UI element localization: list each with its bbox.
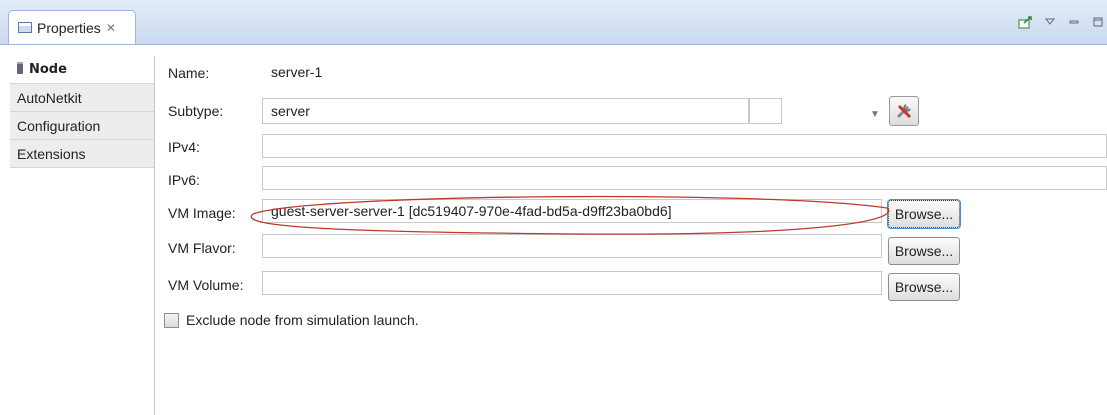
sidebar-item-configuration[interactable]: Configuration (10, 112, 154, 140)
view-menu-icon[interactable] (1041, 14, 1059, 30)
sidebar-item-label: Configuration (17, 118, 101, 134)
pin-view-icon[interactable] (1017, 14, 1035, 30)
exclude-node-option[interactable]: Exclude node from simulation launch. (164, 312, 419, 328)
ipv6-label: IPv6: (168, 172, 200, 188)
vm-flavor-label: VM Flavor: (168, 240, 236, 256)
vm-volume-label: VM Volume: (168, 277, 244, 293)
ipv6-field[interactable] (262, 166, 1107, 190)
properties-tab-label: Properties (37, 19, 101, 36)
vm-image-field[interactable] (262, 199, 882, 223)
server-icon (17, 62, 23, 74)
view-toolbar (1011, 14, 1107, 30)
properties-sidebar: Node AutoNetkit Configuration Extensions (10, 56, 155, 415)
tools-icon (896, 104, 912, 119)
properties-icon (18, 22, 32, 33)
vm-flavor-browse-button[interactable]: Browse... (888, 237, 960, 265)
sidebar-item-label: AutoNetkit (17, 90, 82, 106)
subtype-label: Subtype: (168, 103, 224, 119)
sidebar-item-node[interactable]: Node (10, 56, 154, 84)
name-field[interactable] (262, 60, 1107, 84)
minimize-icon[interactable] (1065, 14, 1083, 30)
chevron-down-icon[interactable]: ▼ (864, 103, 886, 125)
sidebar-item-label: Node (29, 62, 67, 77)
edit-subtype-button[interactable] (889, 96, 919, 126)
view-tab-bar: Properties ✕ (0, 0, 1107, 45)
vm-volume-browse-button[interactable]: Browse... (888, 273, 960, 301)
name-label: Name: (168, 65, 210, 81)
ipv4-label: IPv4: (168, 139, 200, 155)
exclude-node-checkbox[interactable] (164, 312, 179, 328)
maximize-icon[interactable] (1089, 14, 1107, 30)
subtype-combo-segment[interactable] (749, 98, 782, 124)
sidebar-item-label: Extensions (17, 146, 86, 162)
vm-image-browse-button[interactable]: Browse... (887, 199, 961, 229)
vm-flavor-field[interactable] (262, 234, 882, 258)
vm-image-label: VM Image: (168, 205, 236, 221)
sidebar-item-autonetkit[interactable]: AutoNetkit (10, 84, 154, 112)
vm-volume-field[interactable] (262, 271, 882, 295)
ipv4-field[interactable] (262, 134, 1107, 158)
close-icon[interactable]: ✕ (106, 21, 116, 35)
sidebar-item-extensions[interactable]: Extensions (10, 140, 154, 168)
properties-tab[interactable]: Properties ✕ (8, 10, 136, 44)
exclude-node-label: Exclude node from simulation launch. (186, 312, 419, 328)
subtype-combo[interactable] (262, 98, 749, 124)
